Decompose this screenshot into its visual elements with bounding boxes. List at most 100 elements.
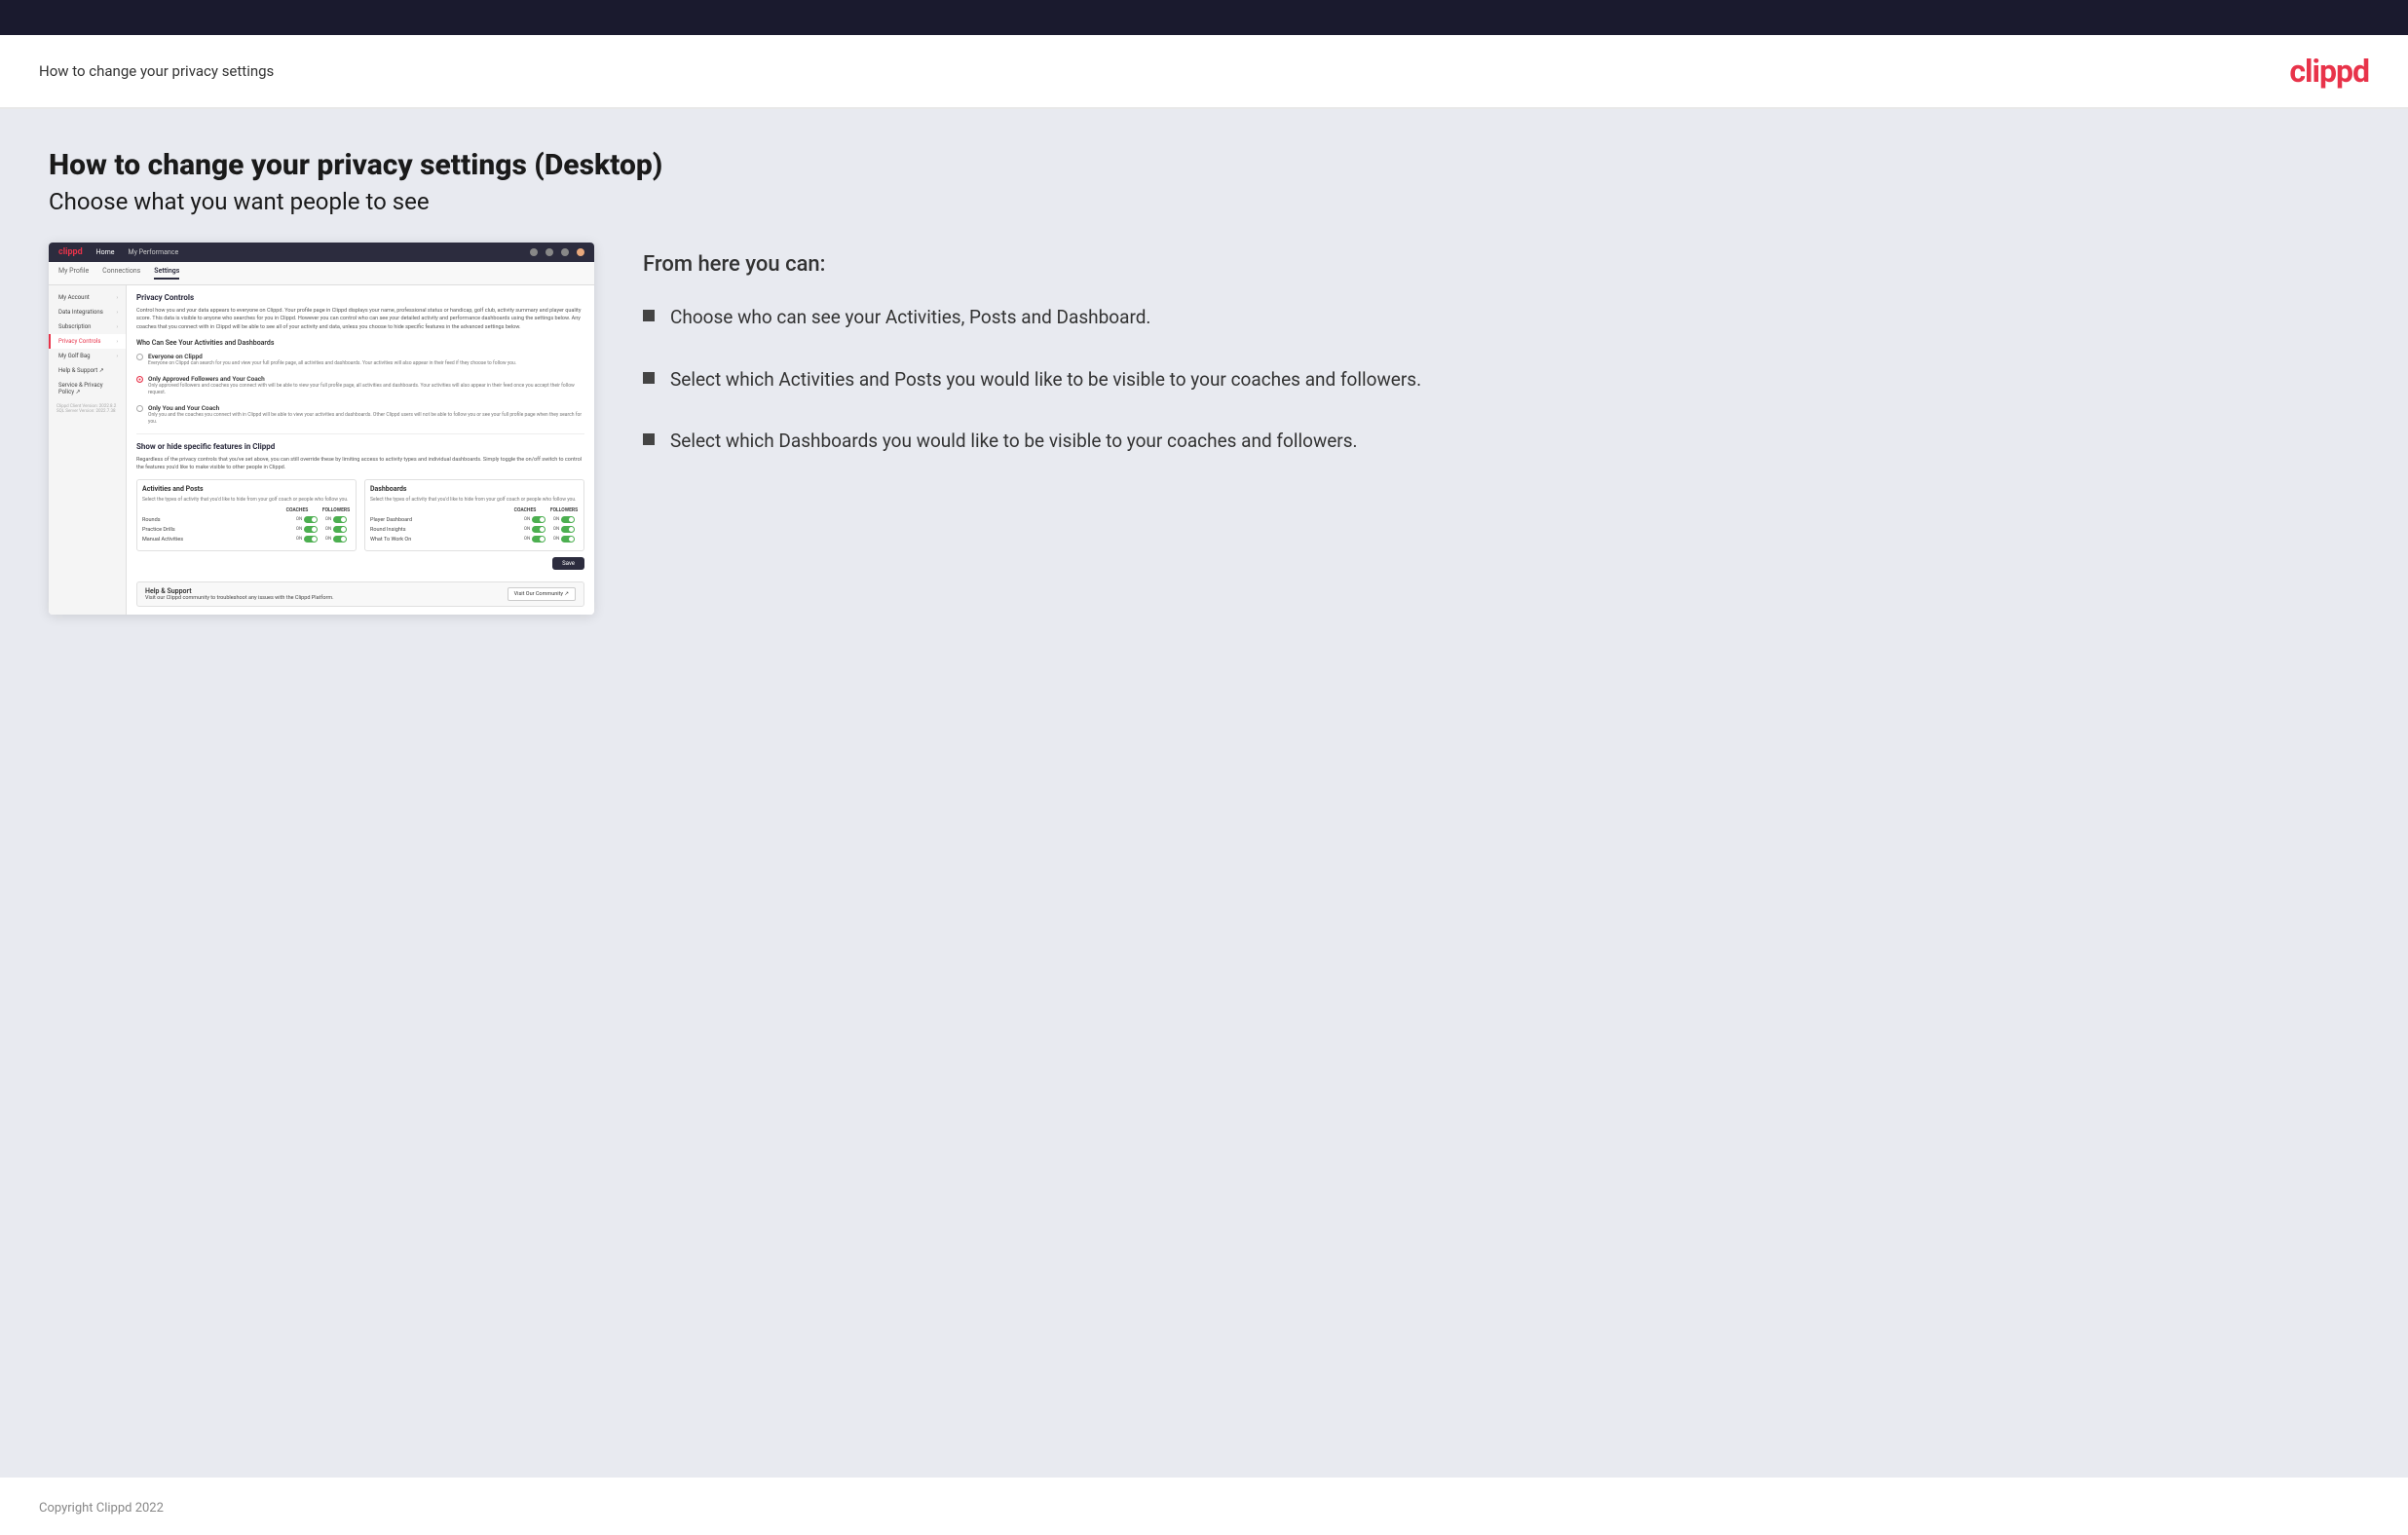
sidebar-data-integrations[interactable]: Data Integrations› xyxy=(49,305,126,319)
toggle-manual-activities: Manual Activities ON ON xyxy=(142,536,351,543)
radio-dot-only-you xyxy=(136,405,143,412)
dashboards-box: Dashboards Select the types of activity … xyxy=(364,479,584,551)
work-followers-toggle[interactable]: ON xyxy=(549,536,579,543)
drills-coaches-toggle[interactable]: ON xyxy=(292,526,321,533)
rounds-coaches-toggle[interactable]: ON xyxy=(292,516,321,523)
toggle-player-dashboard: Player Dashboard ON ON xyxy=(370,516,579,523)
show-hide-title: Show or hide specific features in Clippd xyxy=(136,442,584,451)
activities-desc: Select the types of activity that you'd … xyxy=(142,497,351,503)
bullet-text-1: Choose who can see your Activities, Post… xyxy=(670,304,1150,331)
activities-col-headers: COACHES FOLLOWERS xyxy=(142,507,351,513)
chevron-right-icon: › xyxy=(116,324,118,330)
chevron-right-icon: › xyxy=(116,310,118,316)
dashboards-desc: Select the types of activity that you'd … xyxy=(370,497,579,503)
help-desc: Visit our Clippd community to troublesho… xyxy=(145,595,334,601)
section-desc: Control how you and your data appears to… xyxy=(136,307,584,331)
content-row: clippd Home My Performance My Profile Co… xyxy=(49,243,2359,615)
notification-icon[interactable] xyxy=(546,248,553,256)
save-row: Save xyxy=(136,551,584,576)
search-icon[interactable] xyxy=(530,248,538,256)
toggle-practice-drills: Practice Drills ON ON xyxy=(142,526,351,533)
help-section: Help & Support Visit our Clippd communit… xyxy=(136,581,584,607)
manual-coaches-toggle[interactable]: ON xyxy=(292,536,321,543)
radio-only-you-label: Only You and Your Coach Only you and the… xyxy=(148,404,584,426)
app-main-content: Privacy Controls Control how you and you… xyxy=(127,285,594,615)
who-can-see-title: Who Can See Your Activities and Dashboar… xyxy=(136,339,584,347)
visit-community-button[interactable]: Visit Our Community ↗ xyxy=(508,587,576,601)
bullet-icon-1 xyxy=(643,310,655,321)
app-body: My Account› Data Integrations› Subscript… xyxy=(49,285,594,615)
radio-everyone[interactable]: Everyone on Clippd Everyone on Clippd ca… xyxy=(136,353,584,367)
chevron-right-icon: › xyxy=(116,295,118,301)
app-nav-logo: clippd xyxy=(58,247,83,257)
page-heading: How to change your privacy settings (Des… xyxy=(49,148,2359,182)
toggle-rounds: Rounds ON ON xyxy=(142,516,351,523)
app-screen: clippd Home My Performance My Profile Co… xyxy=(49,243,594,615)
subnav-profile[interactable]: My Profile xyxy=(58,267,89,280)
dashboards-col-headers: COACHES FOLLOWERS xyxy=(370,507,579,513)
db-followers-header: FOLLOWERS xyxy=(549,507,579,513)
show-hide-desc: Regardless of the privacy controls that … xyxy=(136,456,584,472)
activities-title: Activities and Posts xyxy=(142,485,351,493)
sidebar-my-account[interactable]: My Account› xyxy=(49,290,126,305)
sidebar-help-support[interactable]: Help & Support ↗ xyxy=(49,363,126,378)
bullet-icon-2 xyxy=(643,372,655,384)
bullet-item-3: Select which Dashboards you would like t… xyxy=(643,428,2359,455)
radio-everyone-label: Everyone on Clippd Everyone on Clippd ca… xyxy=(148,353,516,367)
from-here-title: From here you can: xyxy=(643,252,2359,277)
activities-box: Activities and Posts Select the types of… xyxy=(136,479,357,551)
radio-followers[interactable]: Only Approved Followers and Your Coach O… xyxy=(136,375,584,396)
footer: Copyright Clippd 2022 xyxy=(0,1478,2408,1535)
logo: clippd xyxy=(2289,53,2369,90)
radio-dot-followers xyxy=(136,376,143,383)
player-coaches-toggle[interactable]: ON xyxy=(520,516,549,523)
sidebar-subscription[interactable]: Subscription› xyxy=(49,319,126,334)
radio-dot-everyone xyxy=(136,354,143,360)
avatar-icon[interactable] xyxy=(577,248,584,256)
app-nav-right xyxy=(530,248,584,256)
chevron-right-icon: › xyxy=(116,339,118,345)
sidebar-service-privacy[interactable]: Service & Privacy Policy ↗ xyxy=(49,378,126,399)
screenshot-container: clippd Home My Performance My Profile Co… xyxy=(49,243,594,615)
subnav-connections[interactable]: Connections xyxy=(102,267,140,280)
followers-header: FOLLOWERS xyxy=(321,507,351,513)
radio-followers-label: Only Approved Followers and Your Coach O… xyxy=(148,375,584,396)
toggle-section: Activities and Posts Select the types of… xyxy=(136,479,584,551)
app-nav-home[interactable]: Home xyxy=(96,248,115,256)
subnav-settings[interactable]: Settings xyxy=(154,267,179,280)
bullet-item-2: Select which Activities and Posts you wo… xyxy=(643,366,2359,393)
copyright-text: Copyright Clippd 2022 xyxy=(39,1501,164,1516)
divider xyxy=(136,433,584,434)
work-coaches-toggle[interactable]: ON xyxy=(520,536,549,543)
player-followers-toggle[interactable]: ON xyxy=(549,516,579,523)
save-button[interactable]: Save xyxy=(552,557,584,570)
chevron-right-icon: › xyxy=(116,354,118,359)
app-nav-performance[interactable]: My Performance xyxy=(129,248,179,256)
top-bar xyxy=(0,0,2408,35)
insights-coaches-toggle[interactable]: ON xyxy=(520,526,549,533)
sidebar-my-golf-bag[interactable]: My Golf Bag› xyxy=(49,349,126,363)
insights-followers-toggle[interactable]: ON xyxy=(549,526,579,533)
main-content: How to change your privacy settings (Des… xyxy=(0,109,2408,1478)
page-subheading: Choose what you want people to see xyxy=(49,188,2359,215)
bullet-text-3: Select which Dashboards you would like t… xyxy=(670,428,1358,455)
bullet-icon-3 xyxy=(643,433,655,445)
app-subnav: My Profile Connections Settings xyxy=(49,262,594,285)
dashboards-title: Dashboards xyxy=(370,485,579,493)
section-title: Privacy Controls xyxy=(136,293,584,302)
version-text: Clippd Client Version: 2022.8.2SQL Serve… xyxy=(49,399,126,419)
settings-icon[interactable] xyxy=(561,248,569,256)
help-text-group: Help & Support Visit our Clippd communit… xyxy=(145,587,334,601)
manual-followers-toggle[interactable]: ON xyxy=(321,536,351,543)
header-title: How to change your privacy settings xyxy=(39,62,274,80)
radio-group: Everyone on Clippd Everyone on Clippd ca… xyxy=(136,353,584,426)
radio-only-you[interactable]: Only You and Your Coach Only you and the… xyxy=(136,404,584,426)
drills-followers-toggle[interactable]: ON xyxy=(321,526,351,533)
right-panel: From here you can: Choose who can see yo… xyxy=(643,243,2359,490)
db-coaches-header: COACHES xyxy=(510,507,540,513)
app-sidebar: My Account› Data Integrations› Subscript… xyxy=(49,285,127,615)
app-nav: clippd Home My Performance xyxy=(49,243,594,262)
rounds-followers-toggle[interactable]: ON xyxy=(321,516,351,523)
toggle-round-insights: Round Insights ON ON xyxy=(370,526,579,533)
sidebar-privacy-controls[interactable]: Privacy Controls› xyxy=(49,334,126,349)
